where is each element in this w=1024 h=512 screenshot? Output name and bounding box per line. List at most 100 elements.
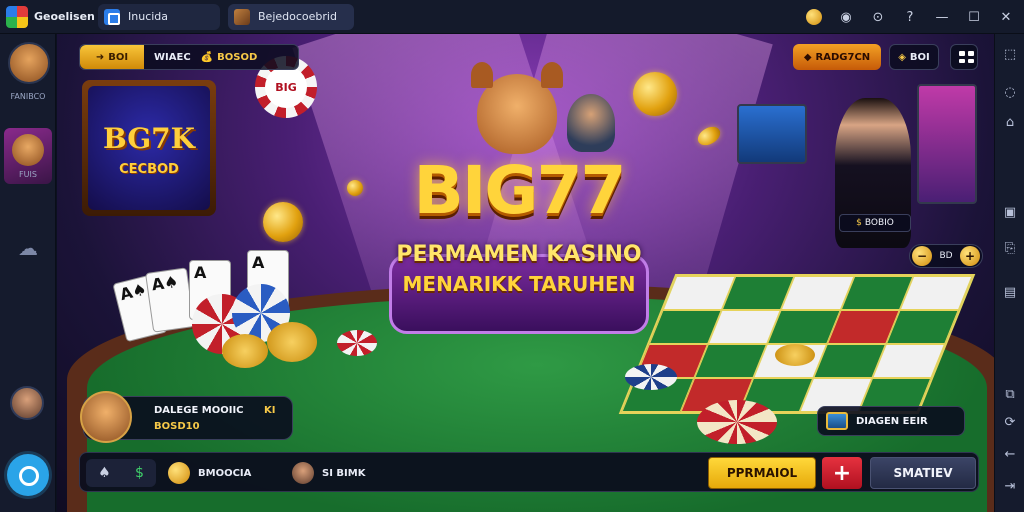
add-button[interactable]: + (822, 457, 862, 489)
player-avatar (80, 391, 132, 443)
shop-pill[interactable]: ◈ BOI (889, 44, 939, 70)
bottom-icon-group: ♠ $ (86, 459, 156, 487)
reward-card[interactable]: DIAGEN EEIR (817, 406, 965, 436)
chip (697, 400, 777, 444)
mascot-character (471, 62, 563, 154)
mascot-ear (471, 62, 493, 88)
coins-item-label: BMOOCIA (198, 467, 252, 479)
fullscreen-icon[interactable]: ⬚ (1001, 46, 1019, 64)
player-info-card[interactable]: DALEGE MOOIIC BOSD10 KI (80, 391, 293, 443)
start-button[interactable]: SMATIEV (870, 457, 976, 489)
menu-button[interactable] (950, 44, 978, 70)
left-sidebar: FANIBCO FUIS ☁ (0, 34, 56, 512)
game-shortcut[interactable]: FUIS (4, 128, 52, 184)
profile-avatar[interactable] (8, 42, 50, 84)
app-title: Geoelisen (34, 10, 95, 23)
coin-icon (168, 462, 190, 484)
screenshot-icon[interactable]: ▣ (1001, 204, 1019, 222)
gems-pill[interactable]: ◆ RADG7CN (793, 44, 881, 70)
user-avatar[interactable] (10, 386, 44, 420)
app-logo-icon (6, 5, 28, 28)
gems-value: RADG7CN (815, 51, 871, 63)
dealer-tag: $ BOBIO (839, 214, 911, 232)
bet-increase-button[interactable]: + (959, 246, 980, 266)
player-score: BOSD10 (154, 421, 200, 432)
game-shortcut-label: FUIS (19, 170, 37, 179)
settings-icon: ⊙ (872, 9, 884, 25)
right-toolbar: ⬚ ◌ ⌂ ▣ ⎘ ▤ ⧉ ⟳ ← ⇥ (994, 34, 1024, 512)
help-icon: ? (906, 9, 914, 25)
home-icon[interactable]: ⌂ (1001, 114, 1019, 132)
bet-value: BD (939, 251, 953, 261)
friend-item-label: SI BIMK (322, 467, 366, 479)
diamond-icon: ◆ (803, 51, 812, 63)
gold-chip (267, 322, 317, 362)
casino-sign-subtitle: CECBOD (119, 162, 179, 177)
coin-bag-icon: 💰 (200, 51, 214, 63)
chip (337, 330, 377, 356)
dollar-icon: $ (856, 218, 862, 228)
gift-icon: ◈ (898, 51, 906, 63)
settings-button[interactable]: ⊙ (866, 5, 890, 29)
balance-label: WIAEC (154, 51, 191, 63)
bet-decrease-button[interactable]: − (912, 246, 932, 266)
back-icon[interactable]: ← (1001, 446, 1019, 464)
balance-value: BOSOD (217, 51, 258, 63)
coins-item[interactable]: BMOOCIA (168, 461, 251, 485)
casino-sign-title: BG7K (103, 122, 195, 155)
player-name: DALEGE MOOIIC (154, 405, 244, 416)
logo-subtitle-1: PERMAMEN KASINO (396, 242, 642, 267)
install-apk-icon[interactable]: ⎘ (1001, 240, 1019, 258)
money-bag-icon[interactable]: $ (135, 465, 144, 481)
title-bar: Geoelisen Inucida Bejedocoebrid ◉ ⊙ ? — … (0, 0, 1024, 34)
sync-icon[interactable]: ⟳ (1001, 414, 1019, 432)
spade-icon[interactable]: ♠ (98, 465, 111, 481)
maximize-button[interactable]: ☐ (962, 5, 986, 29)
coin-button[interactable] (802, 5, 826, 29)
tab-game[interactable]: Bejedocoebrid (228, 3, 354, 30)
game-thumbnail-icon (234, 8, 250, 25)
assistant-button[interactable] (7, 454, 49, 496)
close-icon: ✕ (1000, 9, 1012, 25)
volume-icon[interactable]: ◌ (1001, 84, 1019, 102)
game-logo: BIG77 PERMAMEN KASINO MENARIKK TARUHEN (369, 144, 669, 334)
gold-coin (633, 72, 677, 116)
gold-coin (263, 202, 303, 242)
playing-card: A♠ (145, 267, 195, 333)
casino-sign-panel: BG7K CECBOD (88, 86, 210, 210)
logo-title: BIG77 (413, 152, 627, 229)
casino-sign: BG7K CECBOD (82, 80, 216, 216)
balance-bar[interactable]: ➜ BOI WIAEC 💰 BOSOD (79, 44, 299, 70)
treasure-chest-icon (826, 412, 848, 430)
emulator-window: Geoelisen Inucida Bejedocoebrid ◉ ⊙ ? — … (0, 0, 1024, 512)
close-button[interactable]: ✕ (994, 5, 1018, 29)
gold-coin (347, 180, 363, 196)
nav-icon[interactable]: ⇥ (1001, 478, 1019, 496)
wall-screen (917, 84, 977, 204)
game-scene[interactable]: BG7K CECBOD BIG A♠ A♠ A A BIG77 PERMAMEN… (57, 34, 994, 512)
friend-item[interactable]: SI BIMK (292, 461, 365, 485)
bet-adjuster[interactable]: − BD + (909, 244, 983, 268)
cloud-icon[interactable]: ☁ (14, 234, 42, 262)
home-icon (104, 8, 120, 25)
shop-pill-value: BOI (909, 51, 930, 63)
mascot-ear (541, 62, 563, 88)
record-button[interactable]: ◉ (834, 5, 858, 29)
tab-home[interactable]: Inucida (98, 3, 220, 30)
copy-icon[interactable]: ⧉ (1001, 386, 1019, 404)
tab-game-label: Bejedocoebrid (258, 10, 337, 23)
play-button[interactable]: PPRMAIOL (708, 457, 816, 489)
tab-home-label: Inucida (128, 10, 169, 23)
coin-icon (806, 9, 822, 25)
friend-avatar-icon (292, 462, 314, 484)
gold-chip (222, 334, 268, 368)
help-button[interactable]: ? (898, 5, 922, 29)
bottom-action-bar: ♠ $ BMOOCIA SI BIMK PPRMAIOL + SMATIEV (79, 452, 979, 492)
minimize-button[interactable]: — (930, 5, 954, 29)
folder-icon[interactable]: ▤ (1001, 284, 1019, 302)
minimize-icon: — (935, 9, 949, 25)
maximize-icon: ☐ (968, 9, 980, 25)
reward-card-text: DIAGEN EEIR (856, 415, 928, 427)
record-icon: ◉ (840, 9, 852, 25)
window-controls: ◉ ⊙ ? — ☐ ✕ (802, 5, 1018, 29)
